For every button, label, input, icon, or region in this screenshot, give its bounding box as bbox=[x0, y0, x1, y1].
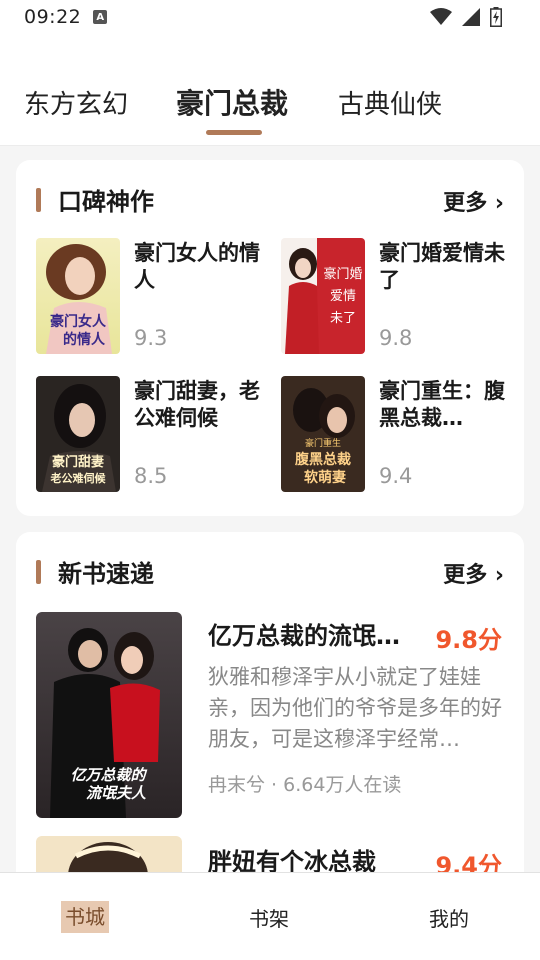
section-header: 口碑神作 更多 › bbox=[16, 160, 524, 238]
tab-dongfang-xuanhuan[interactable]: 东方玄幻 bbox=[24, 84, 128, 121]
svg-text:腹黑总裁: 腹黑总裁 bbox=[295, 451, 351, 468]
section-acclaimed: 口碑神作 更多 › 豪门女人 的情人 豪门女人的情人 9.3 豪门婚 爱情 未了… bbox=[16, 160, 524, 516]
book-cover: 豪门重生 腹黑总裁 软萌妻 bbox=[281, 376, 365, 492]
bottom-nav: 书城 书架 我的 bbox=[0, 872, 540, 960]
section-new-books: 新书速递 更多 › 亿万总裁的 流氓夫人 亿万总裁的流氓… 9.8分 狄雅和穆泽… bbox=[16, 532, 524, 892]
book-score: 9.8 bbox=[379, 326, 413, 350]
nav-bookstore[interactable]: 书城 bbox=[61, 901, 109, 933]
signal-icon bbox=[462, 8, 480, 26]
book-title: 豪门女人的情人 bbox=[134, 241, 260, 292]
svg-text:豪门女人: 豪门女人 bbox=[50, 313, 107, 330]
tab-gudian-xianxia[interactable]: 古典仙侠 bbox=[338, 84, 442, 121]
book-title: 豪门甜妻，老公难伺候 bbox=[134, 379, 260, 430]
book-score: 9.4 bbox=[379, 464, 413, 488]
book-card[interactable]: 豪门婚 爱情 未了 豪门婚爱情未了 9.8 bbox=[281, 238, 521, 358]
book-cover: 亿万总裁的 流氓夫人 bbox=[36, 612, 182, 818]
svg-text:流氓夫人: 流氓夫人 bbox=[86, 784, 147, 802]
book-cover: 豪门女人 的情人 bbox=[36, 238, 120, 354]
svg-text:软萌妻: 软萌妻 bbox=[304, 469, 346, 486]
active-tab-indicator bbox=[206, 130, 262, 135]
category-tabs: 东方玄幻 豪门总裁 古典仙侠 bbox=[0, 34, 540, 146]
nav-mine[interactable]: 我的 bbox=[429, 903, 469, 932]
more-button[interactable]: 更多 › bbox=[443, 185, 504, 217]
book-score: 8.5 bbox=[134, 464, 168, 488]
book-score: 9.3 bbox=[134, 326, 168, 350]
more-button[interactable]: 更多 › bbox=[443, 557, 504, 589]
book-cover: 豪门甜妻 老公难伺候 bbox=[36, 376, 120, 492]
status-icons bbox=[430, 7, 502, 27]
nav-bookshelf[interactable]: 书架 bbox=[249, 903, 289, 932]
book-card[interactable]: 豪门女人 的情人 豪门女人的情人 9.3 bbox=[36, 238, 276, 358]
section-title: 口碑神作 bbox=[58, 188, 154, 216]
battery-icon bbox=[490, 7, 502, 27]
book-meta: 冉末兮 · 6.64万人在读 bbox=[208, 774, 402, 796]
book-title: 豪门重生：腹黑总裁… bbox=[379, 379, 505, 430]
status-a-icon: A bbox=[93, 10, 108, 24]
book-title: 亿万总裁的流氓… bbox=[208, 622, 400, 650]
book-card[interactable]: 豪门重生 腹黑总裁 软萌妻 豪门重生：腹黑总裁… 9.4 bbox=[281, 376, 521, 496]
svg-text:老公难伺候: 老公难伺候 bbox=[50, 471, 107, 485]
section-title: 新书速递 bbox=[58, 560, 154, 588]
book-description: 狄雅和穆泽宇从小就定了娃娃亲，因为他们的爷爷是多年的好朋友，可是这穆泽宇经常… bbox=[208, 665, 502, 751]
book-score: 9.8分 bbox=[435, 626, 502, 654]
svg-text:豪门甜妻: 豪门甜妻 bbox=[52, 454, 104, 470]
book-title: 豪门婚爱情未了 bbox=[379, 241, 505, 292]
section-accent-bar bbox=[36, 560, 41, 584]
status-bar: 09:22 A bbox=[0, 0, 540, 34]
svg-text:未了: 未了 bbox=[330, 311, 356, 326]
svg-text:豪门重生: 豪门重生 bbox=[305, 437, 341, 449]
svg-text:豪门婚: 豪门婚 bbox=[323, 266, 362, 282]
svg-text:亿万总裁的: 亿万总裁的 bbox=[70, 766, 147, 784]
book-cover: 豪门婚 爱情 未了 bbox=[281, 238, 365, 354]
wifi-icon bbox=[430, 8, 452, 25]
svg-text:爱情: 爱情 bbox=[330, 289, 356, 304]
svg-text:的情人: 的情人 bbox=[63, 331, 106, 348]
book-card[interactable]: 豪门甜妻 老公难伺候 豪门甜妻，老公难伺候 8.5 bbox=[36, 376, 276, 496]
tab-haomen-zongcai[interactable]: 豪门总裁 bbox=[176, 82, 288, 122]
section-accent-bar bbox=[36, 188, 41, 212]
section-header: 新书速递 更多 › bbox=[16, 532, 524, 610]
status-time: 09:22 bbox=[24, 6, 82, 28]
